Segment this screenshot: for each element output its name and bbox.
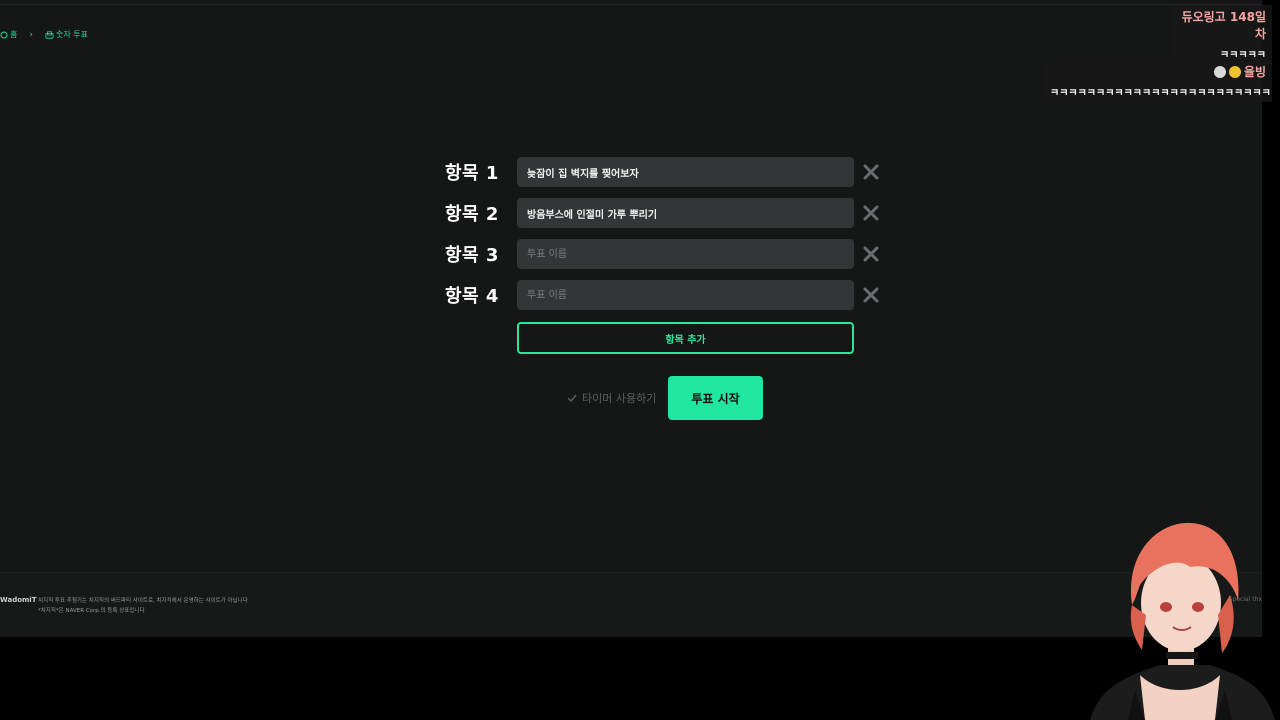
breadcrumb-home[interactable]: 홈	[0, 29, 17, 40]
check-icon	[567, 392, 577, 405]
breadcrumb-home-label: 홈	[10, 30, 18, 39]
close-icon[interactable]	[862, 287, 879, 304]
home-icon	[0, 30, 8, 39]
option-label: 항목 1	[445, 163, 499, 184]
chat-username: 듀오링고 148일차	[1181, 10, 1266, 41]
option-label: 항목 2	[445, 204, 499, 225]
close-icon[interactable]	[862, 246, 879, 263]
add-option-button[interactable]: 항목 추가	[517, 322, 854, 354]
timer-toggle[interactable]: 타이머 사용하기	[567, 390, 656, 406]
option-label: 항목 4	[445, 286, 499, 307]
close-icon[interactable]	[862, 164, 879, 181]
vote-option-row-4: 항목 4	[445, 280, 879, 310]
vote-option-row-2: 항목 2	[445, 198, 879, 228]
vote-icon	[45, 30, 54, 39]
footer-notice: 치지직 투표 추첨기는 치지직의 써드파티 사이트로, 치지직에서 운영하는 사…	[38, 596, 248, 616]
footer-brand: WadomiT	[0, 596, 37, 604]
chat-message-2: 율빙 ㅋㅋㅋㅋㅋㅋㅋㅋㅋㅋㅋㅋㅋㅋㅋㅋㅋㅋㅋㅋㅋㅋㅋㅋ	[1044, 60, 1272, 102]
chat-header: 율빙	[1050, 63, 1266, 80]
footer-line-2: *치지직*은 NAVER Corp.의 등록 상표입니다	[38, 608, 145, 614]
chevron-right-icon: ›	[29, 29, 33, 40]
option-input-2[interactable]	[517, 198, 854, 228]
breadcrumb-current-label: 숫자 투표	[55, 30, 88, 39]
timer-label: 타이머 사용하기	[582, 392, 657, 405]
footer-line-1: 치지직 투표 추첨기는 치지직의 써드파티 사이트로, 치지직에서 운영하는 사…	[38, 598, 248, 604]
breadcrumb: 홈 › 숫자 투표	[0, 29, 88, 40]
start-vote-button[interactable]: 투표 시작	[668, 376, 763, 420]
option-input-3[interactable]	[517, 239, 854, 269]
close-icon[interactable]	[862, 205, 879, 222]
breadcrumb-current[interactable]: 숫자 투표	[45, 29, 88, 40]
chat-username: 율빙	[1243, 65, 1266, 79]
chat-text: ㅋㅋㅋㅋㅋㅋㅋㅋㅋㅋㅋㅋㅋㅋㅋㅋㅋㅋㅋㅋㅋㅋㅋㅋ	[1050, 88, 1271, 99]
option-input-1[interactable]	[517, 157, 854, 187]
vote-option-row-1: 항목 1	[445, 157, 879, 187]
chat-text: ㅋㅋㅋㅋㅋ	[1220, 50, 1266, 61]
chat-message-1: 듀오링고 148일차 ㅋㅋㅋㅋㅋ	[1172, 5, 1272, 64]
subscriber-badge-icon	[1213, 65, 1226, 78]
top-divider	[0, 4, 1262, 5]
footer: WadomiT 치지직 투표 추첨기는 치지직의 써드파티 사이트로, 치지직에…	[0, 572, 1262, 637]
vote-option-row-3: 항목 3	[445, 239, 879, 269]
streamer-avatar	[1090, 522, 1275, 720]
emoji-badge-icon	[1228, 65, 1241, 78]
option-label: 항목 3	[445, 245, 499, 266]
option-input-4[interactable]	[517, 280, 854, 310]
